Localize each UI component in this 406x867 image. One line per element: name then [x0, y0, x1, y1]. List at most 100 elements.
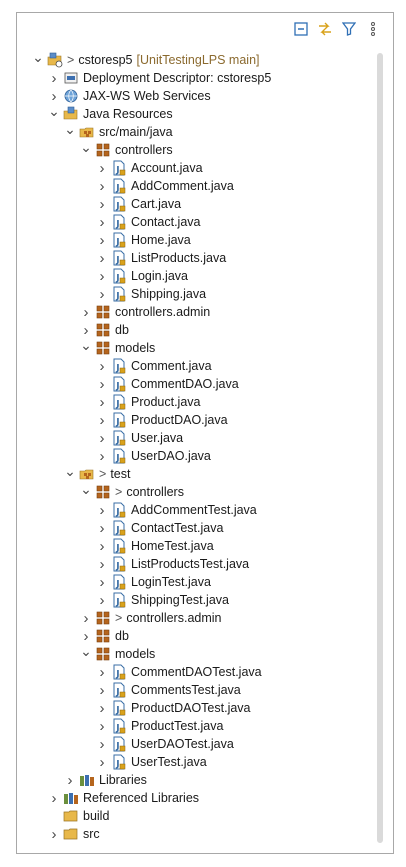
chevron-right-icon[interactable]: › — [95, 754, 109, 771]
tree-item[interactable]: › J UserDAOTest.java — [31, 735, 369, 753]
chevron-right-icon[interactable]: › — [95, 196, 109, 213]
tree-item[interactable]: › J User.java — [31, 429, 369, 447]
tree-item[interactable]: › J ContactTest.java — [31, 519, 369, 537]
tree-item[interactable]: › J Cart.java — [31, 195, 369, 213]
chevron-down-icon[interactable]: ⌄ — [79, 140, 93, 157]
tree-item[interactable]: › J Login.java — [31, 267, 369, 285]
tree-item[interactable]: › J ShippingTest.java — [31, 591, 369, 609]
tree-item[interactable]: › J LoginTest.java — [31, 573, 369, 591]
tree-item[interactable]: › J CommentDAOTest.java — [31, 663, 369, 681]
tree-item[interactable]: › Libraries — [31, 771, 369, 789]
chevron-right-icon[interactable]: › — [95, 160, 109, 177]
tree-item[interactable]: › J ProductTest.java — [31, 717, 369, 735]
chevron-right-icon[interactable]: › — [95, 556, 109, 573]
tree-item[interactable]: › J Shipping.java — [31, 285, 369, 303]
tree-item[interactable]: › J AddComment.java — [31, 177, 369, 195]
tree-item[interactable]: › J Account.java — [31, 159, 369, 177]
chevron-down-icon[interactable]: ⌄ — [63, 122, 77, 139]
tree-item-label: models — [115, 647, 156, 661]
tree-item[interactable]: › J UserDAO.java — [31, 447, 369, 465]
tree-item[interactable]: › J ProductDAOTest.java — [31, 699, 369, 717]
tree-item[interactable]: › J HomeTest.java — [31, 537, 369, 555]
chevron-right-icon[interactable]: › — [95, 574, 109, 591]
chevron-right-icon[interactable]: › — [95, 718, 109, 735]
chevron-right-icon[interactable]: › — [95, 538, 109, 555]
chevron-right-icon[interactable]: › — [95, 376, 109, 393]
chevron-right-icon[interactable]: › — [79, 628, 93, 645]
tree-item[interactable]: › J ProductDAO.java — [31, 411, 369, 429]
view-menu-button[interactable] — [365, 21, 381, 37]
chevron-right-icon[interactable]: › — [95, 268, 109, 285]
chevron-right-icon[interactable]: › — [95, 700, 109, 717]
tree-item[interactable]: › src — [31, 825, 369, 843]
tree-item[interactable]: › Referenced Libraries — [31, 789, 369, 807]
chevron-right-icon[interactable]: › — [95, 286, 109, 303]
chevron-right-icon[interactable]: › — [47, 826, 61, 843]
tree-item[interactable]: › Deployment Descriptor: cstoresp5 — [31, 69, 369, 87]
tree-item[interactable]: ⌄ > controllers — [31, 482, 369, 501]
chevron-right-icon[interactable]: › — [79, 304, 93, 321]
vertical-scrollbar[interactable] — [377, 53, 383, 843]
svg-text:J: J — [115, 526, 119, 536]
chevron-right-icon[interactable]: › — [95, 592, 109, 609]
tree-item[interactable]: › J ListProductsTest.java — [31, 555, 369, 573]
chevron-right-icon[interactable]: › — [95, 430, 109, 447]
svg-text:J: J — [115, 436, 119, 446]
tree-item[interactable]: ⌄ models — [31, 644, 369, 663]
tree-item[interactable]: › J Contact.java — [31, 213, 369, 231]
tree-item[interactable]: › J Product.java — [31, 393, 369, 411]
collapse-all-button[interactable] — [293, 21, 309, 37]
tree-item-label: db — [115, 629, 129, 643]
tree-item-label: JAX-WS Web Services — [83, 89, 211, 103]
chevron-right-icon[interactable]: › — [47, 790, 61, 807]
chevron-right-icon[interactable]: › — [95, 358, 109, 375]
chevron-right-icon[interactable]: › — [95, 682, 109, 699]
tree-item[interactable]: ⌄ > cstoresp5 [UnitTestingLPS main] — [31, 50, 369, 69]
chevron-right-icon[interactable]: › — [95, 520, 109, 537]
tree-item[interactable]: ⌄ Java Resources — [31, 104, 369, 123]
tree-item[interactable]: › J Comment.java — [31, 357, 369, 375]
chevron-down-icon[interactable]: ⌄ — [31, 50, 45, 67]
tree-item[interactable]: › controllers.admin — [31, 303, 369, 321]
chevron-right-icon[interactable]: › — [63, 772, 77, 789]
svg-text:J: J — [115, 760, 119, 770]
chevron-down-icon[interactable]: ⌄ — [79, 482, 93, 499]
chevron-right-icon[interactable]: › — [95, 502, 109, 519]
tree-item[interactable]: › JAX-WS Web Services — [31, 87, 369, 105]
chevron-down-icon[interactable]: ⌄ — [47, 104, 61, 121]
tree-item[interactable]: › J ListProducts.java — [31, 249, 369, 267]
libraries-icon — [79, 772, 95, 788]
tree-item[interactable]: ⌄ models — [31, 338, 369, 357]
tree-item-label: cstoresp5 — [78, 53, 133, 67]
chevron-right-icon[interactable]: › — [95, 214, 109, 231]
java-file-icon: J — [111, 376, 127, 392]
tree-item[interactable]: build — [31, 807, 369, 825]
chevron-right-icon[interactable]: › — [95, 250, 109, 267]
chevron-down-icon[interactable]: ⌄ — [79, 644, 93, 661]
chevron-right-icon[interactable]: › — [95, 736, 109, 753]
tree-item[interactable]: › J AddCommentTest.java — [31, 501, 369, 519]
link-with-editor-button[interactable] — [317, 21, 333, 37]
svg-text:J: J — [115, 184, 119, 194]
chevron-right-icon[interactable]: › — [95, 232, 109, 249]
chevron-right-icon[interactable]: › — [47, 70, 61, 87]
chevron-right-icon[interactable]: › — [79, 610, 93, 627]
tree-item[interactable]: › J UserTest.java — [31, 753, 369, 771]
tree-item-label: Login.java — [131, 269, 188, 283]
chevron-right-icon[interactable]: › — [95, 394, 109, 411]
chevron-right-icon[interactable]: › — [95, 664, 109, 681]
chevron-right-icon[interactable]: › — [95, 178, 109, 195]
tree-item[interactable]: › > controllers.admin — [31, 609, 369, 627]
chevron-down-icon[interactable]: ⌄ — [79, 338, 93, 355]
tree-item-label: controllers — [115, 143, 173, 157]
chevron-down-icon[interactable]: ⌄ — [63, 464, 77, 481]
tree-item[interactable]: › J CommentsTest.java — [31, 681, 369, 699]
chevron-right-icon[interactable]: › — [95, 448, 109, 465]
filter-button[interactable] — [341, 21, 357, 37]
chevron-right-icon[interactable]: › — [95, 412, 109, 429]
tree-item[interactable]: ⌄ controllers — [31, 140, 369, 159]
tree-item[interactable]: › J CommentDAO.java — [31, 375, 369, 393]
chevron-right-icon[interactable]: › — [47, 88, 61, 105]
tree-item[interactable]: › J Home.java — [31, 231, 369, 249]
chevron-right-icon[interactable]: › — [79, 322, 93, 339]
